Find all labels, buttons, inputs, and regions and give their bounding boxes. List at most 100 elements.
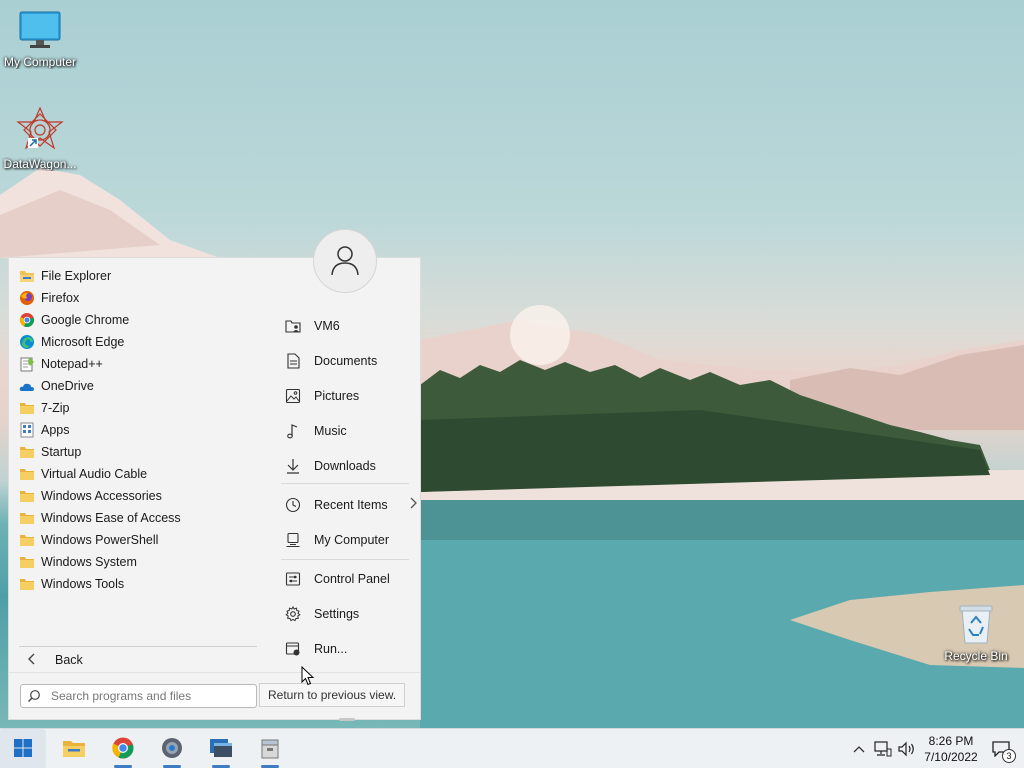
place-item-run[interactable]: Run... — [277, 635, 417, 663]
divider — [19, 646, 257, 647]
program-item-label: OneDrive — [41, 379, 94, 393]
taskbar-file-explorer[interactable] — [51, 729, 97, 768]
clock-icon — [281, 497, 305, 513]
place-label: Documents — [314, 354, 378, 368]
volume-icon[interactable] — [898, 740, 916, 758]
program-item-onedrive[interactable]: OneDrive — [17, 375, 257, 397]
picture-icon — [281, 388, 305, 404]
gear-icon — [160, 736, 184, 763]
program-item-notepadpp[interactable]: Notepad++ — [17, 353, 257, 375]
place-label: Downloads — [314, 459, 376, 473]
search-box[interactable] — [20, 684, 257, 708]
back-button[interactable]: Back — [19, 649, 257, 671]
folder-icon — [19, 532, 35, 548]
program-item-label: Google Chrome — [41, 313, 130, 327]
program-item-7zip[interactable]: 7-Zip — [17, 397, 257, 419]
chrome-icon — [19, 312, 35, 328]
notepadpp-icon — [19, 356, 35, 372]
taskbar-chrome[interactable] — [100, 729, 146, 768]
taskbar: 8:26 PM 7/10/2022 3 — [0, 728, 1024, 768]
taskbar-window-app[interactable] — [198, 729, 244, 768]
document-icon — [281, 353, 305, 369]
clock-date: 7/10/2022 — [924, 750, 978, 764]
place-item-documents[interactable]: Documents — [277, 347, 417, 375]
program-item-label: 7-Zip — [41, 401, 70, 415]
run-icon — [281, 641, 305, 657]
user-folder-icon — [281, 318, 305, 334]
program-item-virtual-audio-cable[interactable]: Virtual Audio Cable — [17, 463, 257, 485]
folder-icon — [19, 466, 35, 482]
back-label: Back — [55, 653, 83, 667]
program-item-label: Windows Tools — [41, 577, 125, 591]
program-item-startup[interactable]: Startup — [17, 441, 257, 463]
computer-icon — [281, 532, 305, 548]
program-item-label: Notepad++ — [41, 357, 103, 371]
control-panel-icon — [281, 571, 305, 587]
chrome-icon — [111, 736, 135, 763]
place-label: My Computer — [314, 533, 390, 547]
desktop-icon-datawagon[interactable]: DataWagon... — [0, 106, 80, 171]
resize-grip[interactable] — [339, 718, 355, 721]
place-item-music[interactable]: Music — [277, 417, 417, 445]
program-item-windows-tools[interactable]: Windows Tools — [17, 573, 257, 595]
window-icon — [209, 737, 233, 762]
system-clock[interactable]: 8:26 PM 7/10/2022 — [918, 733, 984, 765]
desktop-icon-label: My Computer — [3, 55, 77, 69]
program-item-file-explorer[interactable]: File Explorer — [17, 265, 257, 287]
program-item-windows-accessories[interactable]: Windows Accessories — [17, 485, 257, 507]
folder-icon — [19, 400, 35, 416]
chevron-right-icon — [409, 497, 417, 512]
place-item-downloads[interactable]: Downloads — [277, 452, 417, 480]
start-menu: File Explorer Firefox Google Chrome Micr… — [8, 257, 421, 721]
program-item-apps[interactable]: Apps — [17, 419, 257, 441]
recycle-bin-icon — [957, 603, 995, 648]
search-input[interactable] — [51, 689, 251, 703]
clock-time: 8:26 PM — [928, 734, 974, 748]
program-item-label: Virtual Audio Cable — [41, 467, 148, 481]
divider — [281, 483, 409, 484]
place-item-vm6[interactable]: VM6 — [277, 312, 417, 340]
show-hidden-icons-chevron-icon[interactable] — [850, 740, 868, 758]
place-label: Pictures — [314, 389, 360, 403]
program-item-windows-system[interactable]: Windows System — [17, 551, 257, 573]
program-item-firefox[interactable]: Firefox — [17, 287, 257, 309]
edge-icon — [19, 334, 35, 350]
program-item-windows-ease-of-access[interactable]: Windows Ease of Access — [17, 507, 257, 529]
place-item-recent-items[interactable]: Recent Items — [277, 491, 417, 519]
program-item-label: Microsoft Edge — [41, 335, 125, 349]
taskbar-archive-app[interactable] — [247, 729, 293, 768]
apps-icon — [19, 422, 35, 438]
program-item-windows-powershell[interactable]: Windows PowerShell — [17, 529, 257, 551]
desktop-icon-my-computer[interactable]: My Computer — [0, 10, 80, 69]
program-item-label: Windows Accessories — [41, 489, 162, 503]
folder-icon — [19, 488, 35, 504]
place-item-my-computer[interactable]: My Computer — [277, 526, 417, 554]
chevron-left-icon — [27, 653, 47, 668]
folder-icon — [62, 738, 86, 761]
archive-icon — [259, 736, 281, 763]
desktop-icon-recycle-bin[interactable]: Recycle Bin — [940, 603, 1012, 663]
place-item-settings[interactable]: Settings — [277, 600, 417, 628]
start-button[interactable] — [0, 729, 46, 768]
program-item-microsoft-edge[interactable]: Microsoft Edge — [17, 331, 257, 353]
desktop-icon-label: DataWagon... — [3, 157, 77, 171]
place-label: Recent Items — [314, 498, 388, 512]
place-label: Music — [314, 424, 347, 438]
program-list: File Explorer Firefox Google Chrome Micr… — [17, 265, 257, 595]
program-item-label: File Explorer — [41, 269, 112, 283]
divider — [9, 672, 420, 673]
gear-icon — [281, 606, 305, 622]
place-item-pictures[interactable]: Pictures — [277, 382, 417, 410]
place-label: VM6 — [314, 319, 340, 333]
onedrive-icon — [19, 378, 35, 394]
program-item-google-chrome[interactable]: Google Chrome — [17, 309, 257, 331]
taskbar-settings[interactable] — [149, 729, 195, 768]
program-item-label: Windows Ease of Access — [41, 511, 181, 525]
network-icon[interactable] — [874, 740, 892, 758]
folder-icon — [19, 554, 35, 570]
music-icon — [281, 423, 305, 439]
user-avatar[interactable] — [313, 229, 377, 293]
place-item-control-panel[interactable]: Control Panel — [277, 565, 417, 593]
download-icon — [281, 458, 305, 474]
program-item-label: Apps — [41, 423, 70, 437]
